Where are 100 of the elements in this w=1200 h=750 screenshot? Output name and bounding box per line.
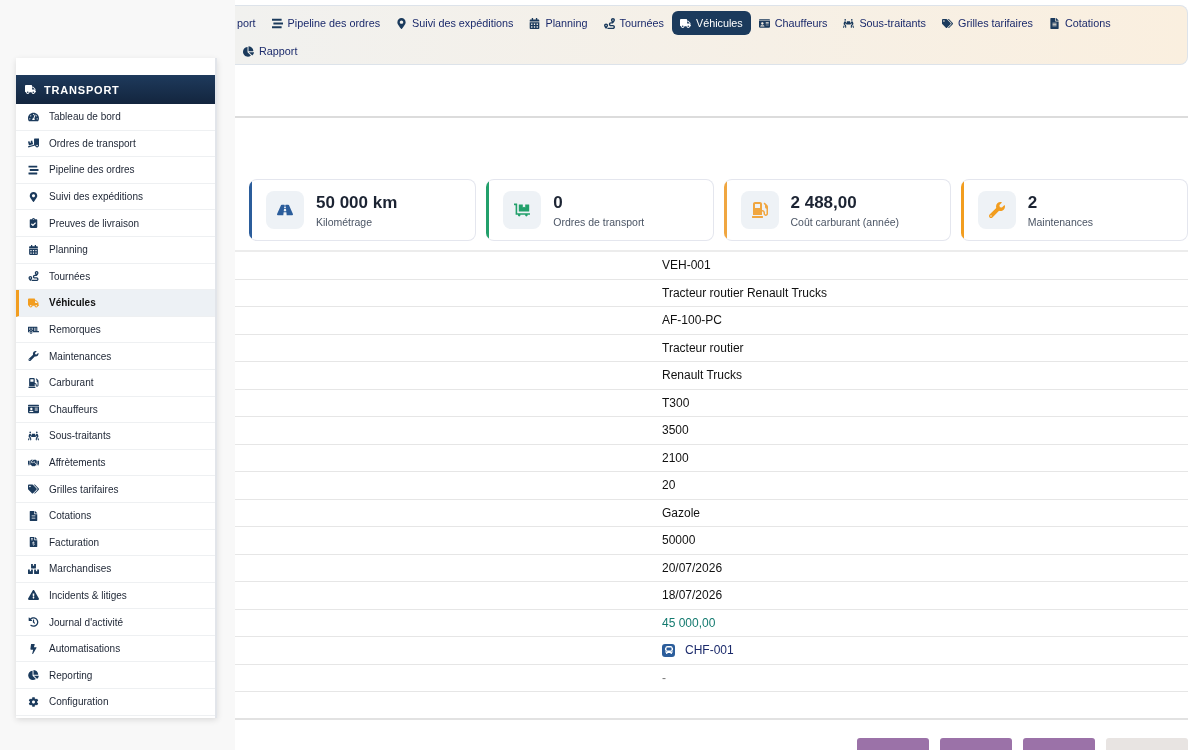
pie-chart-icon — [28, 670, 39, 681]
menu-item[interactable]: Chauffeurs — [16, 396, 215, 424]
nav-tab[interactable]: Pipeline des ordres — [263, 11, 389, 35]
menu-title: TRANSPORT — [44, 83, 120, 96]
nav-tab[interactable]: port — [235, 11, 264, 35]
menu-item[interactable]: Ordres de transport — [16, 130, 215, 158]
calendar-icon — [28, 244, 39, 255]
detail-value: Gazole — [662, 505, 701, 520]
menu-item[interactable]: Incidents & litiges — [16, 582, 215, 610]
detail-value: 18/07/2026 — [662, 588, 723, 603]
document-icon — [1049, 17, 1060, 29]
menu-item[interactable]: Véhicules — [16, 290, 215, 317]
route-icon — [28, 271, 39, 282]
menu-item[interactable]: Marchandises — [16, 556, 215, 583]
menu-item[interactable]: Carburant — [16, 369, 215, 397]
fuel-pump-icon — [28, 377, 39, 388]
detail-value: T300 — [662, 395, 690, 410]
people-icon — [28, 430, 39, 441]
menu-item[interactable]: Configuration — [16, 689, 215, 716]
menu-item[interactable]: Tournées — [16, 263, 215, 291]
stat-value: 2 488,00 — [790, 192, 858, 213]
id-card-icon — [758, 17, 770, 29]
wrench-icon — [28, 351, 39, 362]
wrench-icon — [977, 191, 1016, 229]
detail-link[interactable]: CHF-001 — [685, 643, 734, 658]
bus-icon — [662, 643, 675, 657]
stat-label: Coût carburant (année) — [790, 215, 900, 228]
nav-tab[interactable]: Rapport — [235, 39, 306, 63]
truck-loading-icon — [28, 138, 39, 149]
menu-item[interactable]: Pipeline des ordres — [16, 157, 215, 184]
invoice-icon — [28, 537, 39, 548]
menu-item[interactable]: Journal d'activité — [16, 609, 215, 636]
tag-icon — [28, 484, 39, 495]
detail-value: 45 000,00 — [662, 615, 716, 630]
stat-label: Kilométrage — [316, 215, 374, 228]
menu-item[interactable]: Sous-traitants — [16, 423, 215, 450]
gauge-icon — [28, 111, 39, 122]
nav-tab[interactable]: Grilles tarifaires — [934, 11, 1041, 35]
action-button[interactable] — [857, 738, 929, 750]
dolly-icon — [503, 191, 542, 229]
detail-value: VEH-001 — [662, 258, 711, 273]
road-icon — [266, 191, 304, 229]
menu-item[interactable]: Reporting — [16, 662, 215, 690]
truck-icon — [25, 84, 36, 95]
pin-icon — [396, 17, 408, 29]
menu-item[interactable]: Automatisations — [16, 635, 215, 663]
list-icon — [28, 165, 39, 175]
detail-value: Renault Trucks — [662, 368, 743, 383]
menu-item[interactable]: Tableau de bord — [16, 104, 215, 131]
boxes-icon — [28, 563, 39, 574]
clipboard-check-icon — [28, 218, 39, 229]
stat-label: Ordres de transport — [553, 215, 645, 228]
nav-tab[interactable]: Chauffeurs — [750, 11, 836, 35]
menu-item[interactable]: Facturation — [16, 529, 215, 557]
document-icon — [28, 510, 39, 521]
route-icon — [603, 17, 615, 29]
action-button[interactable] — [1106, 738, 1188, 750]
handshake-icon — [28, 457, 39, 468]
nav-tab[interactable]: Cotations — [1041, 11, 1119, 35]
menu-item[interactable]: Planning — [16, 236, 215, 264]
nav-tab[interactable]: Planning — [521, 11, 596, 35]
nav-tab[interactable]: Véhicules — [671, 11, 751, 35]
detail-value: 50000 — [662, 533, 696, 548]
list-icon — [271, 17, 283, 29]
stat-label: Maintenances — [1027, 215, 1094, 228]
warning-icon — [28, 590, 39, 601]
bolt-icon — [28, 643, 39, 654]
stat-value: 50 000 km — [316, 192, 398, 213]
detail-value: 2100 — [662, 450, 689, 465]
truck-icon — [679, 17, 691, 29]
menu-item[interactable]: Preuves de livraison — [16, 210, 215, 237]
detail-value: 20 — [662, 478, 676, 493]
detail-value: 20/07/2026 — [662, 560, 723, 575]
menu-item[interactable]: Remorques — [16, 316, 215, 344]
action-button[interactable] — [940, 738, 1012, 750]
detail-value: Tracteur routier — [662, 340, 744, 355]
menu-item[interactable]: Grilles tarifaires — [16, 476, 215, 503]
fuel-pump-icon — [740, 191, 779, 229]
nav-tab[interactable]: Sous-traitants — [835, 11, 934, 35]
menu-item[interactable]: Maintenances — [16, 343, 215, 370]
tag-icon — [942, 17, 953, 29]
trailer-icon — [28, 324, 39, 335]
calendar-icon — [529, 17, 541, 29]
settings-icon — [28, 696, 39, 707]
pin-icon — [28, 191, 39, 202]
nav-tab[interactable]: Suivi des expéditions — [388, 11, 522, 35]
stat-value: 2 — [1027, 192, 1039, 213]
detail-value: - — [662, 670, 666, 685]
detail-value: 3500 — [662, 423, 689, 438]
history-icon — [28, 617, 39, 628]
detail-value: Tracteur routier Renault Trucks — [662, 285, 827, 300]
menu-item[interactable]: Suivi des expéditions — [16, 183, 215, 211]
action-button[interactable] — [1023, 738, 1095, 750]
menu-item[interactable]: Affrètements — [16, 449, 215, 477]
people-icon — [843, 17, 855, 29]
nav-tab[interactable]: Tournées — [595, 11, 672, 35]
stat-value: 0 — [553, 192, 564, 213]
truck-icon — [28, 297, 39, 308]
id-card-icon — [28, 404, 39, 415]
menu-item[interactable]: Cotations — [16, 502, 215, 530]
